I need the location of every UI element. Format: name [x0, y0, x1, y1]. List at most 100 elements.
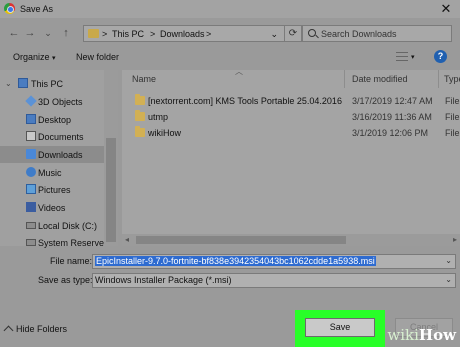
address-dropdown-arrow[interactable]: ⌄ — [270, 29, 278, 40]
breadcrumb-sep: > — [150, 29, 156, 39]
title-bar: Save As ✕ — [0, 0, 460, 18]
breadcrumb-this-pc[interactable]: This PC — [112, 29, 144, 39]
chevron-down-icon[interactable]: ⌄ — [445, 275, 452, 284]
tree-label: Videos — [38, 203, 66, 213]
up-button[interactable]: ↑ — [60, 26, 72, 40]
videos-icon — [26, 202, 36, 212]
downloads-icon — [26, 149, 36, 159]
column-divider[interactable] — [344, 70, 345, 88]
breadcrumb-downloads[interactable]: Downloads — [160, 29, 205, 39]
file-type: File — [445, 112, 460, 122]
close-button[interactable]: ✕ — [438, 1, 454, 17]
tree-item-desktop[interactable]: Desktop — [0, 111, 104, 128]
expand-arrow-icon[interactable]: ⌄ — [5, 79, 12, 88]
breadcrumb-sep: > — [102, 29, 108, 39]
sort-indicator-icon: ︿ — [235, 67, 243, 76]
chevron-down-icon: ▾ — [52, 55, 56, 62]
tree-item-music[interactable]: Music — [0, 164, 104, 181]
column-divider[interactable] — [438, 70, 439, 88]
file-name-label: File name: — [50, 256, 93, 266]
save-as-dialog: Save As ✕ ← → ⌄ ↑ > This PC > Downloads … — [0, 0, 460, 347]
disk-icon — [26, 239, 36, 246]
documents-icon — [26, 131, 36, 141]
file-name-input[interactable]: EpicInstaller-9.7.0-fortnite-bf838e39423… — [92, 254, 456, 269]
command-bar: Organize ▾ New folder ▾ ? — [0, 47, 460, 67]
tree-label: Documents — [38, 132, 84, 142]
tree-item-pictures[interactable]: Pictures — [0, 181, 104, 198]
new-folder-button[interactable]: New folder — [76, 52, 119, 62]
view-dropdown-arrow[interactable]: ▾ — [411, 53, 415, 61]
column-header-type[interactable]: Type — [444, 74, 460, 84]
file-name: utmp — [148, 112, 169, 122]
tree-item-documents[interactable]: Documents — [0, 128, 104, 145]
folder-icon — [135, 110, 145, 121]
tree-item-downloads[interactable]: Downloads — [0, 146, 104, 163]
address-row: ← → ⌄ ↑ > This PC > Downloads > ⌄ ⟳ Sear… — [0, 22, 460, 44]
forward-button[interactable]: → — [24, 26, 36, 40]
search-icon — [308, 29, 316, 37]
cube-icon — [25, 95, 37, 107]
disk-icon — [26, 222, 36, 229]
folder-icon — [135, 94, 145, 105]
tree-item-3d-objects[interactable]: 3D Objects — [0, 93, 104, 110]
file-row[interactable]: [nextorrent.com] KMS Tools Portable 25.0… — [132, 93, 460, 109]
file-date: 3/16/2019 11:36 AM — [352, 112, 432, 122]
view-options-icon[interactable] — [396, 52, 408, 61]
tree-label: Local Disk (C:) — [38, 221, 98, 231]
scroll-right-icon[interactable]: ▸ — [453, 235, 457, 244]
horizontal-scroll-thumb[interactable] — [136, 236, 346, 244]
hide-folders-button[interactable]: Hide Folders — [3, 324, 68, 336]
file-row[interactable]: utmp 3/16/2019 11:36 AM File — [132, 109, 460, 125]
help-icon[interactable]: ? — [434, 50, 447, 63]
file-date: 3/17/2019 12:47 AM — [352, 96, 433, 106]
file-name: wikiHow — [148, 128, 182, 138]
organize-button[interactable]: Organize ▾ — [13, 52, 56, 62]
tree-item-videos[interactable]: Videos — [0, 199, 104, 216]
save-as-type-select[interactable]: Windows Installer Package (*.msi) ⌄ — [92, 273, 456, 288]
wikihow-watermark: wikiHow — [387, 326, 456, 344]
hide-folders-label: Hide Folders — [16, 324, 68, 334]
tree-item-local-disk[interactable]: Local Disk (C:) — [0, 217, 104, 234]
save-as-type-value: Windows Installer Package (*.msi) — [95, 275, 232, 285]
recent-locations-button[interactable]: ⌄ — [42, 26, 54, 40]
navigation-pane: ⌄ This PC 3D Objects Desktop Documents D… — [0, 70, 118, 248]
address-bar[interactable]: > This PC > Downloads > ⌄ — [83, 25, 285, 42]
folder-icon — [88, 29, 99, 38]
search-input[interactable]: Search Downloads — [302, 25, 452, 42]
breadcrumb-sep: > — [206, 29, 212, 39]
chevron-down-icon[interactable]: ⌄ — [445, 256, 452, 265]
file-type: File — [445, 128, 460, 138]
file-list: ︿ Name Date modified Type [nextorrent.co… — [122, 67, 460, 246]
tree-label: This PC — [31, 79, 64, 89]
music-icon — [26, 167, 36, 177]
file-name-value: EpicInstaller-9.7.0-fortnite-bf838e39423… — [95, 256, 376, 266]
tree-label: Desktop — [38, 115, 72, 125]
tree-label: Music — [38, 168, 62, 178]
search-placeholder: Search Downloads — [321, 29, 397, 39]
nav-scroll-thumb[interactable] — [106, 138, 116, 242]
chrome-icon — [4, 3, 15, 14]
back-button[interactable]: ← — [8, 26, 20, 40]
nav-scrollbar[interactable] — [104, 70, 118, 246]
organize-label: Organize — [13, 52, 50, 62]
column-header-name[interactable]: Name — [132, 74, 156, 84]
tree-label: Pictures — [38, 185, 71, 195]
folder-icon — [135, 126, 145, 137]
save-button[interactable]: Save — [305, 318, 375, 337]
chevron-up-icon — [3, 325, 14, 336]
tree-item-this-pc[interactable]: ⌄ This PC — [0, 75, 104, 92]
desktop-icon — [26, 114, 36, 124]
scroll-left-icon[interactable]: ◂ — [125, 235, 129, 244]
tree-label: System Reserved — [38, 238, 110, 248]
file-type: File — [445, 96, 460, 106]
file-date: 3/1/2019 12:06 PM — [352, 128, 429, 138]
window-title: Save As — [20, 4, 54, 14]
file-name: [nextorrent.com] KMS Tools Portable 25.0… — [148, 96, 342, 106]
horizontal-scrollbar[interactable]: ◂ ▸ — [122, 234, 460, 246]
refresh-button[interactable]: ⟳ — [284, 25, 302, 42]
column-header-date[interactable]: Date modified — [352, 74, 408, 84]
pc-icon — [18, 78, 28, 88]
tree-label: 3D Objects — [38, 97, 83, 107]
tree-item-system-reserved[interactable]: System Reserved — [0, 234, 109, 251]
file-row[interactable]: wikiHow 3/1/2019 12:06 PM File — [132, 125, 460, 141]
